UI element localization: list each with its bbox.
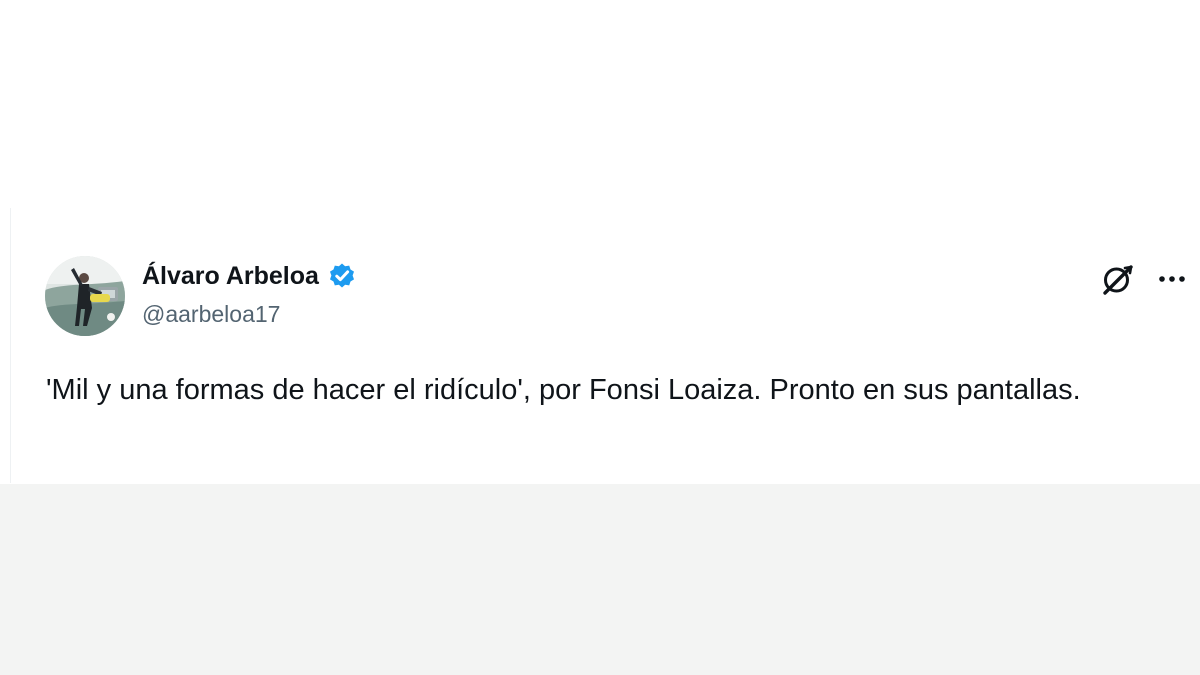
tweet-text: 'Mil y una formas de hacer el ridículo',…: [46, 374, 1081, 406]
avatar-photo: [45, 256, 125, 336]
author-avatar[interactable]: [45, 256, 125, 336]
author-display-name[interactable]: Álvaro Arbeloa: [142, 259, 319, 293]
grok-button[interactable]: [1099, 261, 1137, 299]
more-options-button[interactable]: [1153, 260, 1191, 298]
page-background-bottom: [0, 484, 1200, 675]
author-handle[interactable]: @aarbeloa17: [142, 299, 280, 329]
author-name-row: Álvaro Arbeloa: [142, 259, 357, 293]
page-background-top: [0, 0, 1200, 208]
grok-icon: [1103, 265, 1133, 295]
verified-badge-icon: [327, 261, 357, 291]
more-options-icon: [1159, 276, 1185, 282]
tweet-card[interactable]: Álvaro Arbeloa @aarbeloa17 'Mil y una fo…: [10, 208, 1200, 483]
